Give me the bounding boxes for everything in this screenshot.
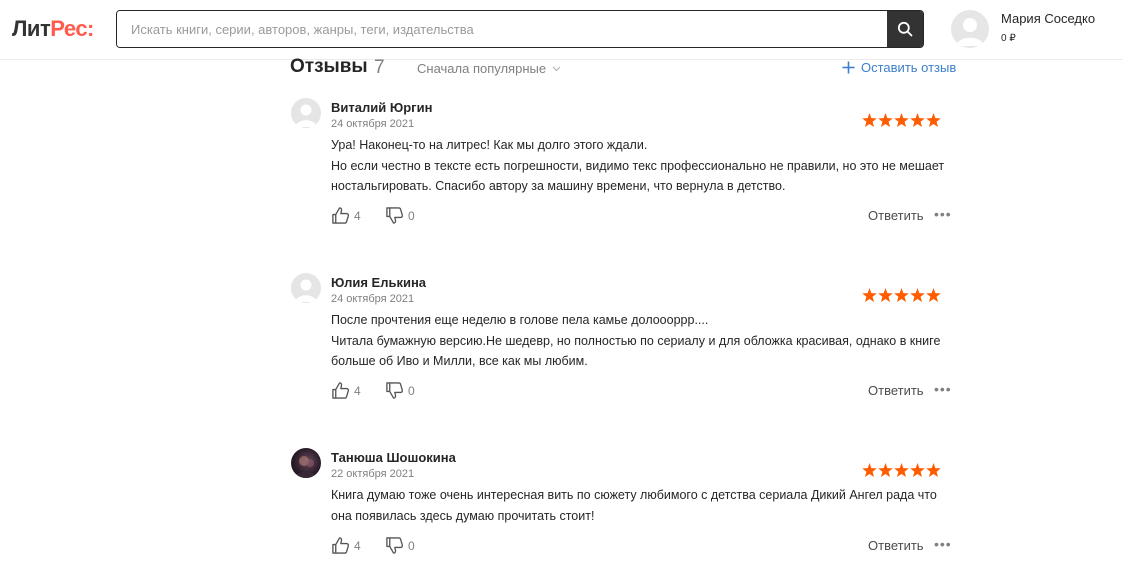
star-icon [926,113,941,127]
like-count: 4 [354,383,361,398]
reviewer-name[interactable]: Виталий Юргин [331,100,432,115]
reply-button[interactable]: Ответить [868,383,924,398]
logo-text-part1: Лит [12,16,51,41]
reviewer-name[interactable]: Юлия Елькина [331,275,426,290]
thumbs-up-icon [332,382,350,399]
user-placeholder-icon [295,104,317,127]
star-icon [862,463,877,477]
user-placeholder-icon [295,279,317,302]
more-options-icon[interactable]: ••• [934,206,952,222]
user-balance[interactable]: 0 ₽ [1001,33,1016,44]
chevron-down-icon [552,66,561,71]
star-icon [862,288,877,302]
logo-text-part2: Рес: [50,16,94,41]
rating-stars [862,288,941,302]
review-date: 24 октября 2021 [331,118,415,130]
reviews-count: 7 [374,57,385,78]
like-button[interactable]: 4 [331,206,361,225]
thumbs-down-icon [386,382,404,399]
rating-stars [862,113,941,127]
thumbs-down-icon [386,537,404,554]
user-photo-icon [294,456,318,478]
user-avatar[interactable] [951,10,989,48]
add-review-label: Оставить отзыв [861,60,957,75]
reviewer-name[interactable]: Танюша Шошокина [331,450,456,465]
review-text: Книга думаю тоже очень интересная вить п… [331,485,971,526]
search-input[interactable] [117,11,887,47]
star-icon [910,463,925,477]
user-name[interactable]: Мария Соседко [1001,11,1095,26]
review-text-line: После прочтения еще неделю в голове пела… [331,313,709,327]
star-icon [894,463,909,477]
review-text-line: она появилась здесь думаю прочитать стои… [331,508,595,523]
review-date: 22 октября 2021 [331,468,415,480]
review-text-line: Но если честно в тексте есть погрешности… [331,158,945,173]
dislike-button[interactable]: 0 [385,536,415,555]
thumbs-up-icon [332,537,350,554]
review-text-line: Ура! Наконец-то на литрес! Как мы долго … [331,138,648,152]
star-icon [878,288,893,302]
review-text-line: Читала бумажную версию.Не шедевр, но пол… [331,333,941,348]
like-button[interactable]: 4 [331,381,361,400]
dislike-button[interactable]: 0 [385,206,415,225]
dislike-button[interactable]: 0 [385,381,415,400]
star-icon [878,113,893,127]
sort-label: Сначала популярные [417,61,547,76]
review-text: Ура! Наконец-то на литрес! Как мы долго … [331,135,971,197]
search-bar [116,10,924,48]
like-count: 4 [354,208,361,223]
thumbs-up-icon [332,207,350,224]
litres-logo[interactable]: ЛитРес: [12,16,94,42]
reviewer-avatar[interactable] [291,98,321,128]
more-options-icon[interactable]: ••• [934,381,952,397]
review-text-line: Книга думаю тоже очень интересная вить п… [331,488,937,502]
reviews-title: Отзывы [290,56,368,77]
rating-stars [862,463,941,477]
review-text-line: ностальгировать. Спасибо автору за машин… [331,179,786,193]
review-actions: 4 0 Ответить ••• [331,536,961,556]
dislike-count: 0 [408,538,415,553]
sort-dropdown[interactable]: Сначала популярные [417,61,561,76]
plus-icon [842,61,855,74]
review-text: После прочтения еще неделю в голове пела… [331,310,971,372]
reviewer-avatar[interactable] [291,273,321,303]
star-icon [878,463,893,477]
more-options-icon[interactable]: ••• [934,536,952,552]
like-count: 4 [354,538,361,553]
reviewer-avatar[interactable] [291,448,321,478]
user-placeholder-icon [956,18,984,46]
review-date: 24 октября 2021 [331,293,415,305]
reply-button[interactable]: Ответить [868,538,924,553]
star-icon [910,288,925,302]
star-icon [894,288,909,302]
review-actions: 4 0 Ответить ••• [331,381,961,401]
star-icon [926,463,941,477]
thumbs-down-icon [386,207,404,224]
dislike-count: 0 [408,208,415,223]
reply-button[interactable]: Ответить [868,208,924,223]
search-button[interactable] [887,11,923,47]
star-icon [910,113,925,127]
like-button[interactable]: 4 [331,536,361,555]
star-icon [862,113,877,127]
search-icon [897,21,913,37]
star-icon [894,113,909,127]
dislike-count: 0 [408,383,415,398]
add-review-button[interactable]: Оставить отзыв [842,60,956,75]
star-icon [926,288,941,302]
review-actions: 4 0 Ответить ••• [331,206,961,226]
top-header: ЛитРес: Мария Соседко 0 ₽ [0,0,1123,60]
review-text-line: больше об Иво и Милли, все как мы любим. [331,354,588,368]
